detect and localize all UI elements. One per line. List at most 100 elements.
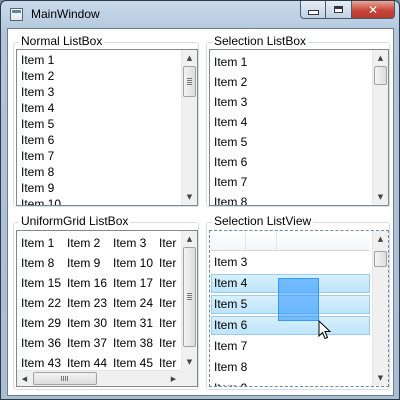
list-item[interactable]: Item 4 <box>21 101 54 116</box>
listview-item[interactable]: Item 9 <box>214 381 247 386</box>
scroll-up-arrow-icon[interactable]: ▲ <box>373 231 388 247</box>
list-item[interactable]: Item 1 <box>214 55 247 70</box>
listview-column-header[interactable] <box>211 232 369 251</box>
normal-listbox-scroll-thumb[interactable] <box>183 66 196 97</box>
uniformgrid-hscroll-thumb[interactable] <box>33 372 97 385</box>
list-item[interactable]: Item 9 <box>21 181 54 196</box>
grid-item[interactable]: Item 31 <box>113 316 153 331</box>
selection-listview-scroll-thumb[interactable] <box>374 251 387 267</box>
grid-item[interactable]: Item 36 <box>21 336 61 351</box>
list-item[interactable]: Item 8 <box>21 165 54 180</box>
list-item[interactable]: Item 3 <box>21 85 54 100</box>
grid-item[interactable]: Item 15 <box>21 276 61 291</box>
grid-item[interactable]: Item 37 <box>67 336 107 351</box>
normal-listbox-group: Normal ListBox Item 1 Item 2 Item 3 Item 4I… <box>13 34 199 207</box>
list-item[interactable]: Item 7 <box>21 149 54 164</box>
scroll-corner <box>181 370 197 386</box>
listview-item[interactable]: Item 5 <box>214 297 247 312</box>
grid-item[interactable]: Item 1 <box>21 236 54 251</box>
list-item[interactable]: Item 6 <box>21 133 54 148</box>
client-area: Normal ListBox Item 1 Item 2 Item 3 Item 4I… <box>7 28 394 396</box>
grid-item[interactable]: Iter <box>159 276 176 291</box>
listview-item[interactable]: Item 6 <box>214 318 247 333</box>
grid-item[interactable]: Item 10 <box>113 256 153 271</box>
grid-item[interactable]: Iter <box>159 256 176 271</box>
scroll-down-arrow-icon[interactable]: ▼ <box>182 189 197 205</box>
grid-item[interactable]: Item 8 <box>21 256 54 271</box>
scroll-down-arrow-icon[interactable]: ▼ <box>373 370 388 386</box>
scroll-up-arrow-icon[interactable]: ▲ <box>182 231 197 247</box>
uniformgrid-listbox-header: UniformGrid ListBox <box>19 214 131 229</box>
listview-item[interactable]: Item 4 <box>214 276 247 291</box>
uniformgrid-vscroll-thumb[interactable] <box>183 247 196 347</box>
uniformgrid-vertical-scrollbar[interactable]: ▲ ▼ <box>181 231 197 370</box>
listview-item[interactable]: Item 3 <box>214 255 247 270</box>
grid-item[interactable]: Item 30 <box>67 316 107 331</box>
maximize-button[interactable] <box>326 1 352 19</box>
grid-item[interactable]: Item 22 <box>21 296 61 311</box>
grid-item[interactable]: Iter <box>159 356 176 371</box>
uniformgrid-horizontal-scrollbar[interactable]: ◀ ▶ <box>17 370 181 386</box>
list-item[interactable]: Item 7 <box>214 175 247 190</box>
selection-listbox-group: Selection ListBox Item 1 Item 2 Item 3 Item… <box>206 34 390 207</box>
selection-listbox-scroll-thumb[interactable] <box>374 66 387 85</box>
normal-listbox-header: Normal ListBox <box>19 34 105 49</box>
list-item[interactable]: Item 10 <box>21 197 61 205</box>
selection-listview-group: Selection ListView Item 3 Item 4 Item 5 Ite… <box>206 214 390 390</box>
title-bar[interactable]: MainWindow ✕ <box>1 1 399 28</box>
window-title: MainWindow <box>31 7 100 21</box>
uniformgrid-listbox[interactable]: Item 1 Item 2 Item 3 Iter Item 8 Item 9 Item 1… <box>16 230 198 387</box>
scroll-left-arrow-icon[interactable]: ◀ <box>17 371 32 386</box>
grid-item[interactable]: Item 44 <box>67 356 107 371</box>
grid-item[interactable]: Item 9 <box>67 256 100 271</box>
grid-item[interactable]: Iter <box>159 236 176 251</box>
minimize-icon <box>307 10 319 15</box>
list-item[interactable]: Item 5 <box>21 117 54 132</box>
list-item[interactable]: Item 5 <box>214 135 247 150</box>
grid-item[interactable]: Item 16 <box>67 276 107 291</box>
list-item[interactable]: Item 4 <box>214 115 247 130</box>
close-button[interactable]: ✕ <box>352 1 395 19</box>
grid-item[interactable]: Item 43 <box>21 356 61 371</box>
grid-item[interactable]: Item 2 <box>67 236 100 251</box>
grid-item[interactable]: Iter <box>159 336 176 351</box>
minimize-button[interactable] <box>300 1 326 19</box>
grid-item[interactable]: Item 45 <box>113 356 153 371</box>
list-item[interactable]: Item 2 <box>21 69 54 84</box>
scroll-up-arrow-icon[interactable]: ▲ <box>373 50 388 66</box>
grid-item[interactable]: Iter <box>159 316 176 331</box>
window-icon[interactable] <box>10 8 23 21</box>
selection-listbox[interactable]: Item 1 Item 2 Item 3 Item 4 Item 5 Item 6 Item… <box>209 49 389 206</box>
selection-listbox-scrollbar[interactable]: ▲ ▼ <box>372 50 388 205</box>
maximize-icon <box>334 6 343 13</box>
selection-marquee <box>278 278 319 321</box>
list-item[interactable]: Item 6 <box>214 155 247 170</box>
scroll-down-arrow-icon[interactable]: ▼ <box>182 354 197 370</box>
scroll-right-arrow-icon[interactable]: ▶ <box>166 371 181 386</box>
selection-listview-scrollbar[interactable]: ▲ ▼ <box>372 231 388 386</box>
mouse-cursor-icon <box>318 320 332 340</box>
grid-item[interactable]: Item 3 <box>113 236 146 251</box>
selection-listview-header: Selection ListView <box>212 214 314 229</box>
normal-listbox-scrollbar[interactable]: ▲ ▼ <box>181 50 197 205</box>
grid-item[interactable]: Item 24 <box>113 296 153 311</box>
caption-buttons: ✕ <box>300 1 395 20</box>
grid-item[interactable]: Item 17 <box>113 276 153 291</box>
listview-item[interactable]: Item 8 <box>214 360 247 375</box>
grid-item[interactable]: Item 38 <box>113 336 153 351</box>
list-item[interactable]: Item 1 <box>21 53 54 68</box>
uniformgrid-listbox-group: UniformGrid ListBox Item 1 Item 2 Item 3 It… <box>13 214 199 390</box>
listview-item[interactable]: Item 7 <box>214 339 247 354</box>
list-item[interactable]: Item 8 <box>214 195 247 205</box>
selection-listview[interactable]: Item 3 Item 4 Item 5 Item 6 Item 7 Item 8 Item… <box>209 230 389 387</box>
grid-item[interactable]: Item 23 <box>67 296 107 311</box>
scroll-up-arrow-icon[interactable]: ▲ <box>182 50 197 66</box>
grid-item[interactable]: Iter <box>159 296 176 311</box>
close-icon: ✕ <box>367 2 379 17</box>
main-window: MainWindow ✕ Normal ListBox Item 1 Item 2… <box>0 0 400 400</box>
scroll-down-arrow-icon[interactable]: ▼ <box>373 189 388 205</box>
normal-listbox[interactable]: Item 1 Item 2 Item 3 Item 4 Item 5 Item 6 Item… <box>16 49 198 206</box>
list-item[interactable]: Item 3 <box>214 95 247 110</box>
list-item[interactable]: Item 2 <box>214 75 247 90</box>
grid-item[interactable]: Item 29 <box>21 316 61 331</box>
